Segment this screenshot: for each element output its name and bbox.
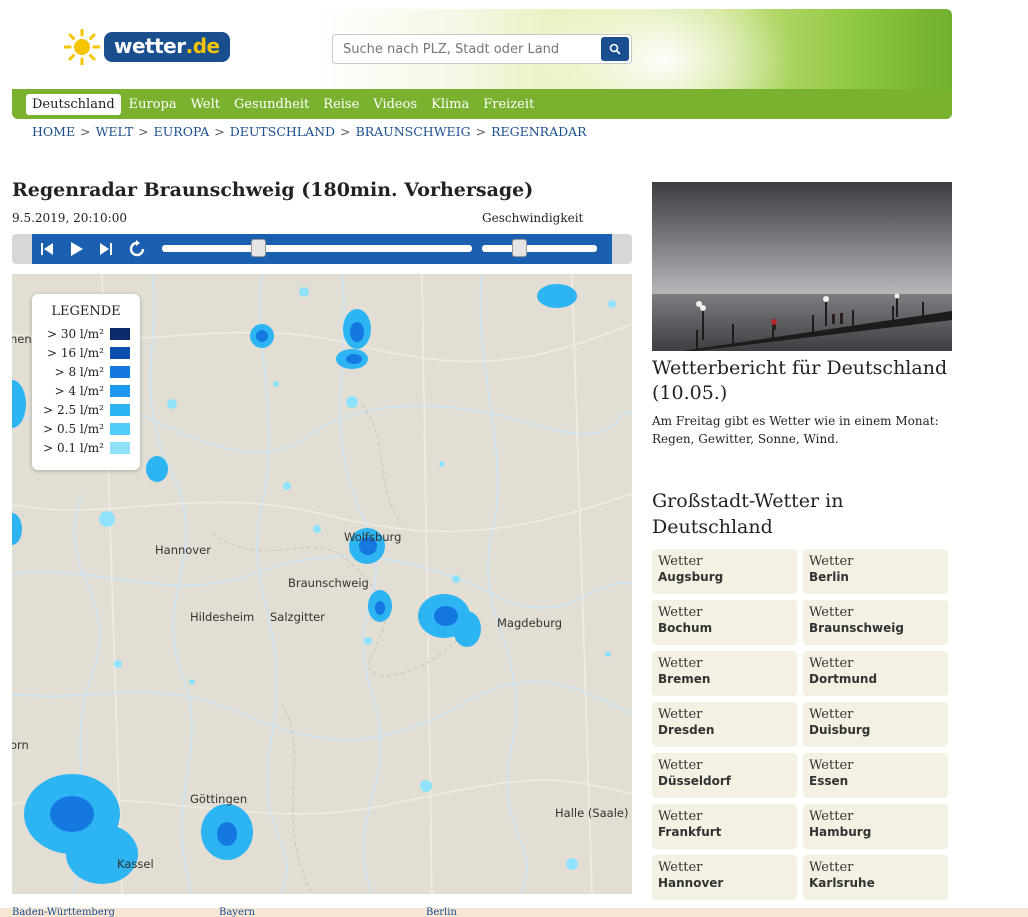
search-icon [609,43,621,55]
map-label-goettingen: Göttingen [190,792,248,806]
map-label-braunschweig: Braunschweig [288,576,369,590]
nav-item-gesundheit[interactable]: Gesundheit [228,94,315,115]
map-label-kassel: Kassel [117,857,154,871]
map-label-hildesheim: Hildesheim [190,610,255,624]
city-card-dresden[interactable]: Wetter Dresden [652,702,797,747]
nav-item-europa[interactable]: Europa [123,94,183,115]
time-slider[interactable] [162,239,472,257]
legend-row: > 8 l/m² [32,362,140,381]
skip-forward-button[interactable] [97,240,115,258]
search-box [332,34,632,64]
legend-row: > 0.5 l/m² [32,419,140,438]
city-grid: Wetter Augsburg Wetter Berlin Wetter Bochum… [652,549,948,900]
breadcrumb-braunschweig[interactable]: BRAUNSCHWEIG [356,124,471,139]
radar-timestamp: 9.5.2019, 20:10:00 [12,211,127,225]
city-card-frankfurt[interactable]: Wetter Frankfurt [652,804,797,849]
page: wetter.de Deutschland Europa Welt Gesund… [0,0,1028,917]
sun-icon [63,28,101,66]
city-card-duisburg[interactable]: Wetter Duisburg [803,702,948,747]
legend-swatch [110,422,130,435]
breadcrumb-home[interactable]: HOME [32,124,75,139]
map-label-edge-left-1: nen [12,332,32,346]
time-slider-handle[interactable] [251,239,266,257]
city-card-karlsruhe[interactable]: Wetter Karlsruhe [803,855,948,900]
city-card-bremen[interactable]: Wetter Bremen [652,651,797,696]
article-text: Am Freitag gibt es Wetter wie in einem M… [652,414,939,446]
legend-swatch [110,403,130,416]
link-baden-wuerttemberg[interactable]: Baden-Württemberg [12,907,115,917]
nav-item-deutschland[interactable]: Deutschland [26,93,121,115]
skip-back-icon [41,243,53,255]
link-bayern[interactable]: Bayern [219,907,255,917]
speed-label: Geschwindigkeit [482,211,584,225]
map-label-wolfsburg: Wolfsburg [344,530,402,544]
breadcrumb-deutschland[interactable]: DEUTSCHLAND [230,124,335,139]
map-label-halle: Halle (Saale) [555,806,629,820]
map-label-salzgitter: Salzgitter [270,610,325,624]
legend-swatch [110,384,130,397]
city-card-duesseldorf[interactable]: Wetter Düsseldorf [652,753,797,798]
weather-report-image[interactable] [652,182,952,351]
city-card-augsburg[interactable]: Wetter Augsburg [652,549,797,594]
city-card-hamburg[interactable]: Wetter Hamburg [803,804,948,849]
map-label-edge-left-2: orn [12,738,29,752]
legend-row: > 2.5 l/m² [32,400,140,419]
main-nav: Deutschland Europa Welt Gesundheit Reise… [12,89,952,119]
replay-button[interactable] [128,240,146,258]
map-label-magdeburg: Magdeburg [497,616,563,630]
logo-text: wetter [114,34,186,58]
breadcrumb-regenradar[interactable]: REGENRADAR [491,124,586,139]
site-header: wetter.de Deutschland Europa Welt Gesund… [12,9,952,119]
speed-slider-handle[interactable] [512,239,527,257]
article-title[interactable]: Wetterbericht für Deutschland (10.05.) [652,356,952,406]
breadcrumb: HOME > WELT > EUROPA > DEUTSCHLAND > BRAUNSC… [32,124,587,139]
link-berlin[interactable]: Berlin [426,907,457,917]
legend-row: > 30 l/m² [32,324,140,343]
replay-icon [129,240,145,257]
logo-suffix: .de [185,34,220,58]
city-card-braunschweig[interactable]: Wetter Braunschweig [803,600,948,645]
play-button[interactable] [68,240,86,258]
speed-slider[interactable] [482,239,597,257]
search-button[interactable] [601,37,629,61]
nav-item-reise[interactable]: Reise [317,94,365,115]
legend-row: > 0.1 l/m² [32,438,140,457]
nav-item-freizeit[interactable]: Freizeit [477,94,540,115]
map-label-hannover: Hannover [155,543,211,557]
skip-back-button[interactable] [38,240,56,258]
legend-swatch [110,327,130,340]
legend-title: LEGENDE [51,304,121,319]
legend-row: > 4 l/m² [32,381,140,400]
city-card-bochum[interactable]: Wetter Bochum [652,600,797,645]
page-title: Regenradar Braunschweig (180min. Vorhers… [12,179,534,201]
search-input[interactable] [343,41,593,57]
breadcrumb-welt[interactable]: WELT [96,124,134,139]
bottom-strip: Baden-Württemberg Bayern Berlin [0,907,1028,917]
nav-item-klima[interactable]: Klima [425,94,475,115]
play-icon [71,242,83,256]
site-logo[interactable]: wetter .de [63,28,230,66]
legend-swatch [110,346,130,359]
breadcrumb-europa[interactable]: EUROPA [154,124,210,139]
nav-item-videos[interactable]: Videos [367,94,423,115]
nav-item-welt[interactable]: Welt [185,94,226,115]
legend-swatch [110,441,130,454]
city-card-essen[interactable]: Wetter Essen [803,753,948,798]
city-card-hannover[interactable]: Wetter Hannover [652,855,797,900]
legend-row: > 16 l/m² [32,343,140,362]
skip-forward-icon [100,243,112,255]
legend-swatch [110,365,130,378]
city-card-berlin[interactable]: Wetter Berlin [803,549,948,594]
city-card-dortmund[interactable]: Wetter Dortmund [803,651,948,696]
radar-legend: LEGENDE > 30 l/m² > 16 l/m² > 8 l/m² > 4… [32,294,140,470]
radar-player [12,234,632,264]
cities-section-title: Großstadt-Wetter in Deutschland [652,490,844,538]
radar-map[interactable]: Hannover Wolfsburg Braunschweig Hildeshe… [12,274,632,894]
